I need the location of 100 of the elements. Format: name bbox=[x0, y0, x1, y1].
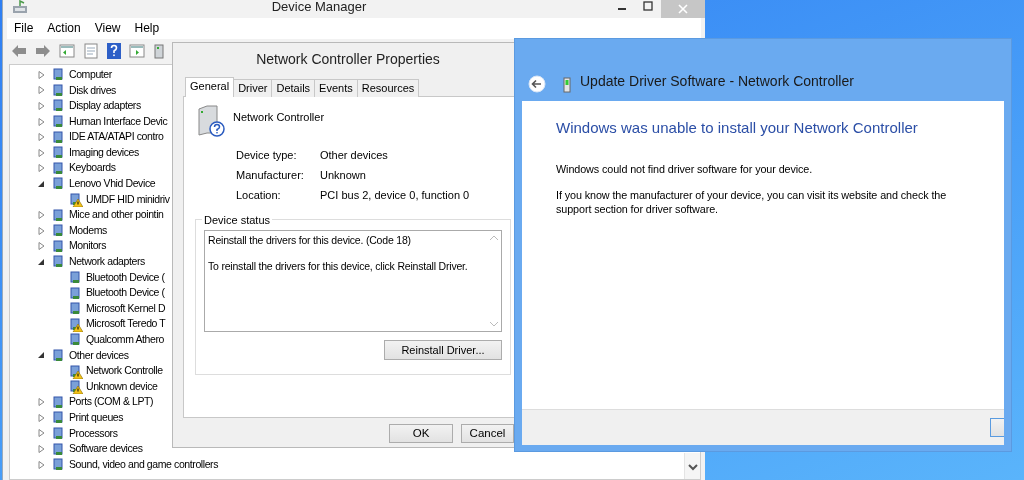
tree-item[interactable]: Ports (COM & LPT) bbox=[69, 394, 154, 411]
tree-item[interactable]: Processors bbox=[69, 425, 118, 442]
device-icon[interactable] bbox=[153, 43, 165, 59]
tree-item[interactable]: Bluetooth Device ( bbox=[86, 285, 165, 301]
tree-item[interactable]: Print queues bbox=[69, 410, 124, 426]
device-icon bbox=[51, 114, 66, 130]
device-icon bbox=[51, 129, 66, 145]
expand-icon[interactable] bbox=[36, 132, 46, 143]
message-text: Windows could not find driver software for your device. bbox=[556, 161, 814, 176]
tab[interactable]: Details bbox=[271, 79, 316, 97]
cancel-button[interactable]: Cancel bbox=[461, 424, 514, 443]
device-icon bbox=[562, 77, 572, 93]
expand-icon[interactable] bbox=[36, 69, 46, 80]
menu-item[interactable]: File bbox=[7, 18, 41, 39]
field-label: Location: bbox=[236, 187, 282, 203]
tree-item[interactable]: Monitors bbox=[69, 238, 107, 255]
device-icon bbox=[51, 82, 66, 98]
tree-item[interactable]: Sound, video and game controllers bbox=[69, 456, 219, 473]
tree-item[interactable]: UMDF HID minidriv bbox=[86, 191, 170, 208]
scroll-down-icon[interactable] bbox=[685, 461, 701, 473]
status-text-box[interactable]: Reinstall the drivers for this device. (Code 18) To reinstall the drivers for this device, click Reinstall Driver. bbox=[204, 230, 502, 332]
panel-icon[interactable] bbox=[129, 43, 145, 59]
menu-item[interactable]: View bbox=[87, 18, 128, 39]
field-label: Device type: bbox=[236, 147, 298, 163]
device-icon bbox=[51, 254, 66, 270]
device-icon bbox=[51, 98, 66, 114]
tree-item[interactable]: Network adapters bbox=[69, 254, 145, 270]
device-icon bbox=[51, 457, 66, 473]
device-icon bbox=[51, 348, 66, 363]
properties-icon[interactable] bbox=[83, 43, 99, 59]
expand-icon[interactable] bbox=[36, 459, 46, 470]
status-text: Reinstall the drivers for this device. (Code 18) bbox=[208, 233, 412, 248]
tab[interactable]: Driver bbox=[233, 79, 273, 97]
expand-icon[interactable] bbox=[36, 412, 46, 423]
tree-item[interactable]: Qualcomm Athero bbox=[86, 332, 165, 348]
tree-item[interactable]: Display adapters bbox=[69, 98, 141, 114]
expand-icon[interactable] bbox=[36, 225, 46, 236]
status-text: To reinstall the drivers for this device, click Reinstall Driver. bbox=[208, 258, 469, 274]
tab[interactable]: General bbox=[185, 77, 235, 97]
tree-item[interactable]: Microsoft Teredo T bbox=[86, 316, 166, 333]
ok-button[interactable]: OK bbox=[389, 424, 453, 443]
help-icon[interactable] bbox=[107, 43, 121, 59]
device-icon bbox=[51, 145, 66, 161]
expand-icon[interactable] bbox=[36, 163, 46, 174]
forward-arrow-icon[interactable] bbox=[35, 44, 51, 58]
device-icon bbox=[51, 238, 66, 254]
back-arrow-icon[interactable] bbox=[11, 44, 27, 58]
tree-item[interactable]: Imaging devices bbox=[69, 144, 139, 161]
device-icon bbox=[51, 223, 66, 239]
device-icon bbox=[51, 410, 66, 426]
expand-icon[interactable] bbox=[36, 444, 46, 455]
tree-item[interactable]: Keyboards bbox=[69, 160, 116, 177]
collapse-icon[interactable] bbox=[36, 350, 46, 361]
expand-icon[interactable] bbox=[36, 210, 46, 221]
tree-item[interactable]: Bluetooth Device ( bbox=[86, 269, 165, 286]
device-icon bbox=[51, 441, 66, 457]
tree-item[interactable]: Lenovo Vhid Device bbox=[69, 176, 156, 192]
expand-icon[interactable] bbox=[36, 116, 46, 127]
expand-icon[interactable] bbox=[36, 101, 46, 111]
tab[interactable]: Resources bbox=[356, 79, 420, 97]
device-icon bbox=[51, 67, 66, 83]
device-question-icon bbox=[195, 105, 225, 137]
tree-item[interactable]: Modems bbox=[69, 222, 107, 239]
back-button[interactable] bbox=[528, 75, 546, 93]
tree-item[interactable]: IDE ATA/ATAPI contro bbox=[69, 129, 164, 146]
tree-item[interactable]: Disk drives bbox=[69, 82, 116, 99]
device-icon bbox=[51, 394, 66, 410]
tree-item[interactable]: Human Interface Devic bbox=[69, 113, 168, 130]
tree-item[interactable]: Other devices bbox=[69, 347, 129, 364]
scrollbar[interactable] bbox=[684, 453, 700, 479]
field-value: PCI bus 2, device 0, function 0 bbox=[320, 187, 470, 203]
footer-button[interactable] bbox=[990, 418, 1004, 437]
scroll-up-icon[interactable] bbox=[489, 235, 499, 241]
tree-item[interactable]: Unknown device bbox=[86, 378, 158, 395]
expand-icon[interactable] bbox=[36, 241, 46, 252]
expand-icon[interactable] bbox=[36, 147, 46, 158]
panel-icon[interactable] bbox=[59, 43, 75, 59]
tree-item[interactable]: Computer bbox=[69, 66, 112, 83]
menu-item[interactable]: Action bbox=[40, 18, 88, 39]
tree-item[interactable]: Mice and other pointin bbox=[69, 207, 164, 223]
tab[interactable]: Events bbox=[314, 79, 358, 97]
field-value: Unknown bbox=[320, 167, 366, 183]
device-name: Network Controller bbox=[233, 110, 325, 125]
dialog-title: Network Controller Properties bbox=[256, 49, 440, 69]
window-title: Device Manager bbox=[270, 0, 368, 14]
tree-item[interactable]: Software devices bbox=[69, 441, 143, 457]
expand-icon[interactable] bbox=[36, 397, 46, 408]
menu-item[interactable]: Help bbox=[127, 18, 167, 39]
tree-item[interactable]: Microsoft Kernel D bbox=[86, 300, 166, 317]
window-title: Update Driver Software - Network Controller bbox=[580, 72, 854, 91]
app-icon bbox=[11, 0, 29, 14]
tree-item[interactable]: Network Controlle bbox=[86, 363, 163, 379]
close-icon bbox=[678, 4, 688, 14]
device-icon bbox=[51, 160, 66, 176]
expand-icon[interactable] bbox=[36, 428, 46, 439]
expand-icon[interactable] bbox=[36, 85, 46, 96]
field-label: Manufacturer: bbox=[236, 167, 305, 183]
field-value: Other devices bbox=[320, 147, 388, 163]
reinstall-driver-button[interactable]: Reinstall Driver... bbox=[384, 340, 502, 360]
device-icon bbox=[51, 425, 66, 441]
